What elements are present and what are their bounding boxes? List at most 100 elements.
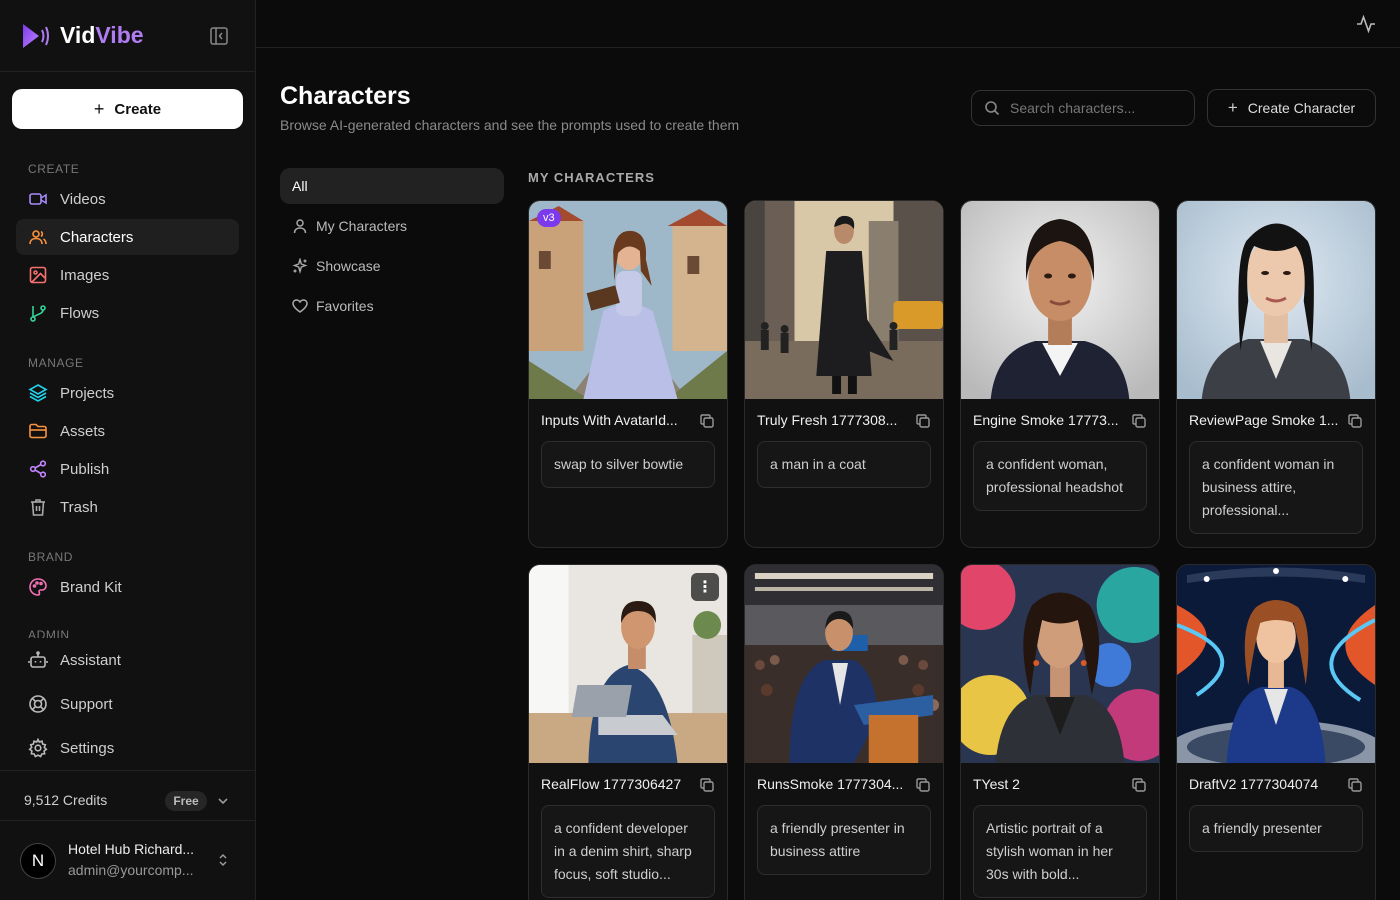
- sidebar-item-label: Videos: [60, 190, 106, 208]
- sidebar-item-characters[interactable]: Characters: [16, 219, 239, 255]
- activity-icon[interactable]: [1356, 14, 1376, 34]
- nav-section-manage: MANAGE: [28, 356, 84, 370]
- copy-icon[interactable]: [915, 777, 931, 793]
- create-button[interactable]: + Create: [12, 89, 243, 129]
- plus-icon: +: [93, 98, 105, 119]
- copy-icon[interactable]: [1131, 413, 1147, 429]
- search-input[interactable]: [1010, 100, 1180, 116]
- card-title: RunsSmoke 1777304...: [757, 776, 904, 792]
- filter-all[interactable]: All: [280, 168, 504, 204]
- sidebar-item-label: Flows: [60, 304, 100, 322]
- prompt-text: swap to silver bowtie: [541, 441, 715, 488]
- filter-label: Favorites: [316, 298, 374, 314]
- sidebar-item-projects[interactable]: Projects: [16, 375, 239, 411]
- character-card[interactable]: Truly Fresh 1777308... a man in a coat: [744, 200, 944, 548]
- divider: [0, 820, 255, 821]
- copy-icon[interactable]: [1131, 777, 1147, 793]
- copy-icon[interactable]: [1347, 777, 1363, 793]
- heart-icon: [292, 299, 308, 313]
- search-box[interactable]: [971, 90, 1195, 126]
- filter-showcase[interactable]: Showcase: [280, 248, 504, 284]
- copy-icon[interactable]: [1347, 413, 1363, 429]
- sparkles-icon: [292, 258, 308, 274]
- page-title: Characters: [280, 82, 411, 110]
- character-card[interactable]: v3 Inputs With AvatarId... swap to silve…: [528, 200, 728, 548]
- sidebar-item-brand-kit[interactable]: Brand Kit: [16, 569, 239, 605]
- divider: [0, 770, 255, 771]
- sidebar-item-videos[interactable]: Videos: [16, 181, 239, 217]
- filter-my-characters[interactable]: My Characters: [280, 208, 504, 244]
- topbar: [256, 0, 1400, 48]
- chevron-down-icon[interactable]: [215, 793, 231, 809]
- sidebar-item-assistant[interactable]: Assistant: [16, 642, 239, 678]
- git-branch-icon: [30, 305, 46, 322]
- avatar[interactable]: N: [20, 843, 56, 879]
- card-title: Inputs With AvatarId...: [541, 412, 678, 428]
- prompt-text: a confident woman, professional headshot: [973, 441, 1147, 511]
- filter-label: Showcase: [316, 258, 381, 274]
- sidebar-item-assets[interactable]: Assets: [16, 413, 239, 449]
- sidebar-item-label: Assets: [60, 422, 106, 440]
- sidebar-item-flows[interactable]: Flows: [16, 295, 239, 331]
- copy-icon[interactable]: [699, 777, 715, 793]
- create-character-label: Create Character: [1247, 100, 1356, 116]
- app-name-accent: Vibe: [95, 22, 144, 48]
- sidebar-item-images[interactable]: Images: [16, 257, 239, 293]
- create-character-button[interactable]: + Create Character: [1207, 89, 1376, 127]
- sidebar-item-settings[interactable]: Settings: [16, 730, 239, 766]
- sidebar-item-trash[interactable]: Trash: [16, 489, 239, 525]
- sidebar-collapse-icon[interactable]: [209, 26, 229, 46]
- copy-icon[interactable]: [699, 413, 715, 429]
- nav-section-create: CREATE: [28, 162, 80, 176]
- sidebar-item-label: Projects: [60, 384, 115, 402]
- character-card[interactable]: ⋮ RealFlow 1777306427 a confident develo…: [528, 564, 728, 900]
- sidebar-item-support[interactable]: Support: [16, 686, 239, 722]
- character-image[interactable]: [745, 201, 943, 399]
- share-icon: [29, 460, 47, 478]
- card-title: Engine Smoke 17773...: [973, 412, 1119, 428]
- character-card[interactable]: DraftV2 1777304074 a friendly presenter: [1176, 564, 1376, 900]
- chevrons-up-down-icon[interactable]: [216, 852, 230, 868]
- logo-icon: [23, 23, 49, 48]
- image-icon: [29, 266, 47, 284]
- card-title: DraftV2 1777304074: [1189, 776, 1319, 792]
- prompt-text: a confident developer in a denim shirt, …: [541, 805, 715, 898]
- character-portrait: [1177, 201, 1375, 399]
- user-email: admin@yourcomp...: [68, 862, 194, 878]
- version-badge: v3: [537, 209, 561, 227]
- section-label: MY CHARACTERS: [528, 170, 655, 185]
- sidebar: VidVibe + Create CREATE Videos Characters…: [0, 0, 256, 900]
- character-portrait: [529, 201, 727, 399]
- lifebuoy-icon: [29, 695, 47, 713]
- sidebar-item-label: Trash: [60, 498, 98, 516]
- character-card[interactable]: Engine Smoke 17773... a confident woman,…: [960, 200, 1160, 548]
- character-image[interactable]: v3: [529, 201, 727, 399]
- character-image[interactable]: [1177, 201, 1375, 399]
- filter-favorites[interactable]: Favorites: [280, 288, 504, 324]
- character-image[interactable]: ⋮: [529, 565, 727, 763]
- character-card[interactable]: TYest 2 Artistic portrait of a stylish w…: [960, 564, 1160, 900]
- app-name: VidVibe: [60, 22, 144, 49]
- sidebar-item-label: Characters: [60, 228, 134, 246]
- character-card[interactable]: RunsSmoke 1777304... a friendly presente…: [744, 564, 944, 900]
- search-icon: [985, 101, 1000, 116]
- character-image[interactable]: [961, 565, 1159, 763]
- more-options-button[interactable]: ⋮: [691, 573, 719, 601]
- palette-icon: [29, 578, 47, 596]
- plus-icon: +: [1227, 98, 1238, 117]
- copy-icon[interactable]: [915, 413, 931, 429]
- sidebar-item-label: Assistant: [60, 651, 121, 669]
- sidebar-item-publish[interactable]: Publish: [16, 451, 239, 487]
- character-portrait: [745, 201, 943, 399]
- card-title: RealFlow 1777306427: [541, 776, 682, 792]
- character-image[interactable]: [961, 201, 1159, 399]
- user-name[interactable]: Hotel Hub Richard...: [68, 841, 208, 857]
- character-image[interactable]: [1177, 565, 1375, 763]
- character-card[interactable]: ReviewPage Smoke 1... a confident woman …: [1176, 200, 1376, 548]
- brand-header: VidVibe: [0, 0, 255, 72]
- plan-badge: Free: [165, 791, 207, 811]
- bot-icon: [28, 651, 48, 668]
- page-subtitle: Browse AI-generated characters and see t…: [280, 117, 740, 133]
- character-image[interactable]: [745, 565, 943, 763]
- sidebar-item-label: Brand Kit: [60, 578, 122, 596]
